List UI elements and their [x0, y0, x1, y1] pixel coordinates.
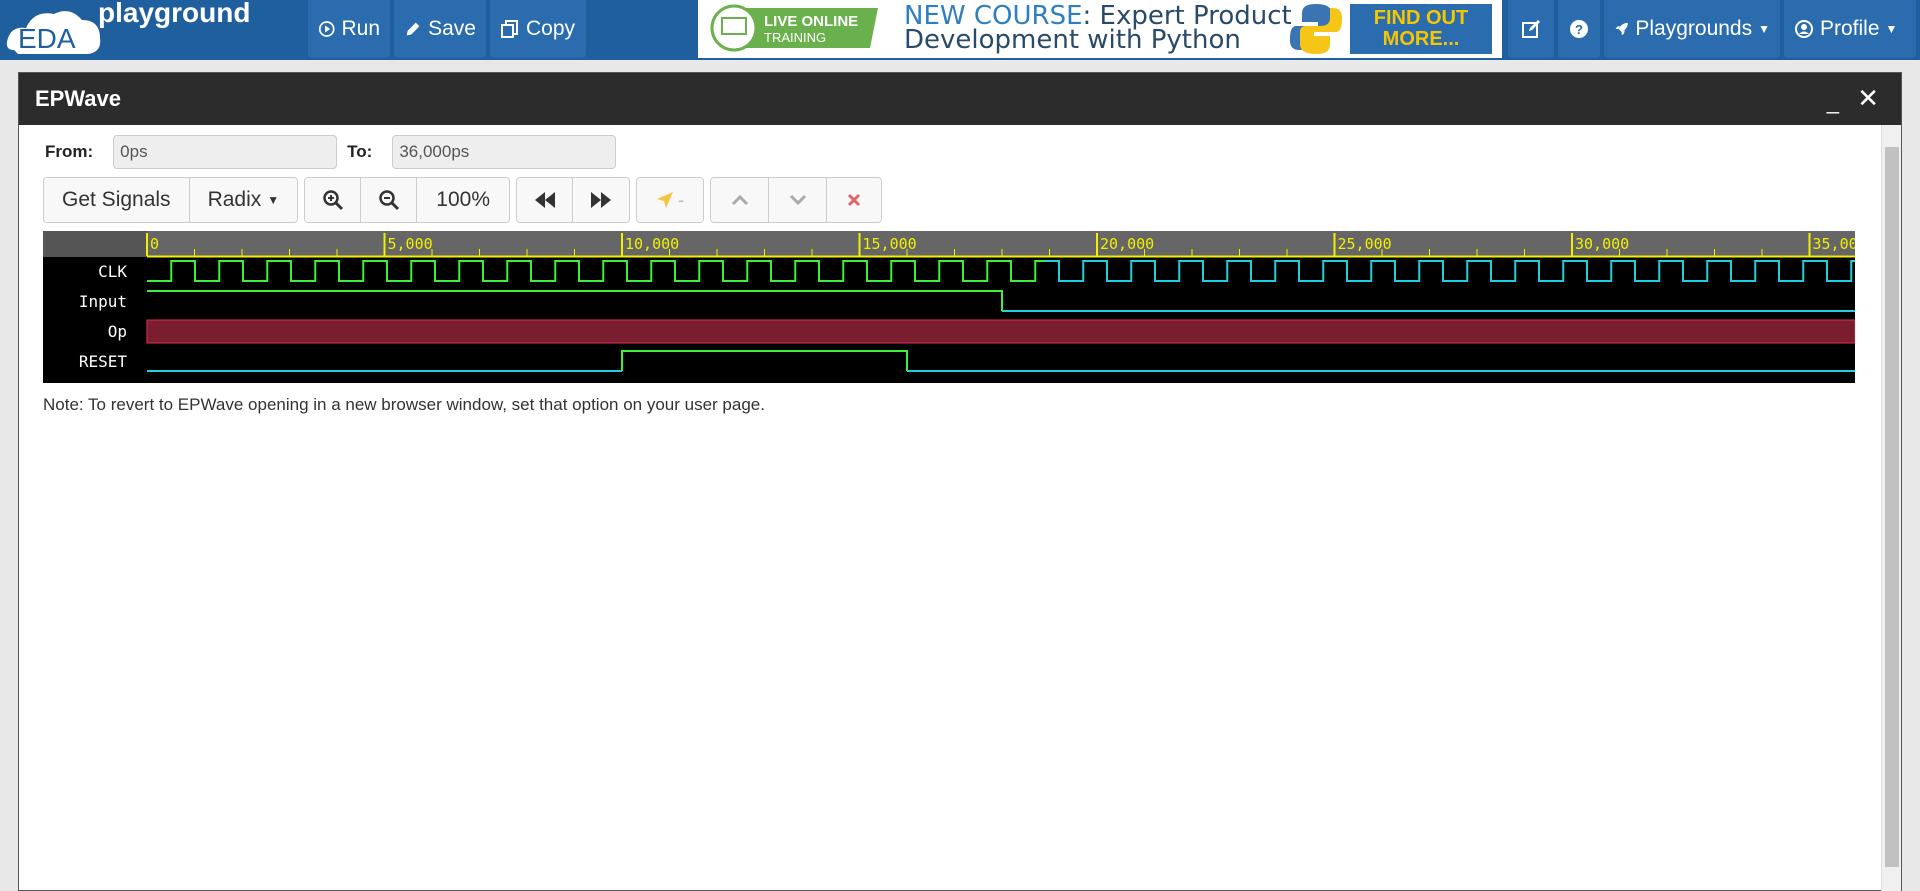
cursor-group: -	[636, 177, 705, 223]
signal-name: CLK	[98, 262, 127, 281]
forward-icon	[591, 192, 612, 208]
remove-signal-button[interactable]	[827, 178, 882, 222]
zoom-level[interactable]: 100%	[417, 178, 510, 222]
save-label: Save	[428, 17, 476, 40]
signal-name: Op	[108, 322, 127, 341]
chevron-down-icon: ▼	[1758, 22, 1770, 36]
chevron-down-icon	[789, 194, 806, 206]
caret-down-icon: ▼	[267, 193, 280, 207]
scrollbar-thumb[interactable]	[1885, 147, 1899, 867]
signal-name: RESET	[79, 352, 128, 371]
location-arrow-icon	[657, 192, 674, 208]
edit-square-icon	[1522, 20, 1540, 38]
radix-dropdown[interactable]: Radix ▼	[189, 178, 298, 222]
modal-title: EPWave	[35, 86, 122, 111]
help-button[interactable]: ?	[1558, 0, 1600, 58]
profile-menu[interactable]: Profile ▼	[1784, 0, 1916, 58]
playgrounds-menu[interactable]: Playgrounds ▼	[1604, 0, 1780, 58]
waveform-viewer[interactable]: 0 5,000 10,000 15,000 20,000 25,000 30,000 35,0…	[43, 231, 1855, 383]
badge-line1: LIVE ONLINE	[764, 13, 858, 30]
playgrounds-label: Playgrounds	[1635, 17, 1753, 40]
backward-icon	[534, 192, 555, 208]
headline-line2: Development with Python	[904, 25, 1241, 55]
question-circle-icon: ?	[1570, 20, 1588, 38]
run-button[interactable]: Run	[308, 0, 390, 58]
rocket-icon	[1615, 22, 1628, 36]
zoom-group: 100%	[304, 177, 511, 223]
save-button[interactable]: Save	[394, 0, 486, 58]
to-label: To:	[347, 142, 373, 161]
brand-short-text: EDA	[18, 23, 76, 54]
signals-group: Get Signals Radix ▼	[43, 177, 299, 223]
cursor-button[interactable]: -	[637, 178, 704, 222]
user-circle-icon	[1795, 20, 1813, 38]
pencil-icon	[406, 22, 420, 36]
ruler-tick-label: 25,000	[1338, 235, 1392, 253]
find-out-more-button[interactable]: FIND OUT MORE...	[1350, 4, 1492, 54]
zoom-in-button[interactable]	[305, 178, 362, 222]
close-button[interactable]: ✕	[1857, 83, 1879, 114]
from-label: From:	[45, 142, 94, 161]
navigate-group	[516, 177, 631, 223]
badge-line2: TRAINING	[764, 30, 826, 45]
scroll-left-button[interactable]	[517, 178, 574, 222]
op-bus-waveform	[146, 319, 1855, 344]
top-navbar: EDA playground Run Save Copy LIVE ONLINE…	[0, 0, 1920, 60]
wave-toolbar: Get Signals Radix ▼ 100% -	[43, 177, 883, 223]
move-up-button[interactable]	[711, 178, 770, 222]
copy-button[interactable]: Copy	[490, 0, 586, 58]
profile-label: Profile	[1820, 17, 1880, 40]
epwave-modal: EPWave _ ✕ From: 0ps To: 36,000ps Get Si…	[18, 72, 1902, 891]
waveform-canvas[interactable]: 0 5,000 10,000 15,000 20,000 25,000 30,000 35,0…	[43, 231, 1855, 383]
input-waveform-high	[147, 290, 1003, 311]
copy-label: Copy	[526, 17, 576, 40]
chevron-down-icon: ▼	[1885, 22, 1898, 36]
minimize-button[interactable]: _	[1827, 89, 1839, 115]
copy-icon	[501, 20, 518, 38]
radix-label: Radix	[207, 188, 262, 211]
edit-button[interactable]	[1508, 0, 1554, 58]
reset-waveform-high	[621, 350, 908, 371]
signal-edit-group	[710, 177, 883, 223]
clk-waveform-tail	[1044, 260, 1855, 282]
move-down-button[interactable]	[769, 178, 828, 222]
ruler-tick-label: 20,000	[1100, 235, 1154, 253]
from-field[interactable]: 0ps	[113, 135, 338, 169]
play-circle-icon	[318, 21, 335, 37]
modal-scrollbar[interactable]	[1881, 125, 1901, 891]
signal-name: Input	[79, 292, 127, 311]
cta-line2: MORE...	[1382, 28, 1460, 50]
cursor-value: -	[678, 189, 685, 210]
time-range-row: From: 0ps To: 36,000ps	[45, 135, 626, 169]
get-signals-button[interactable]: Get Signals	[44, 178, 190, 222]
modal-header: EPWave _ ✕	[19, 73, 1901, 125]
ruler-tick-label: 0	[150, 235, 159, 253]
ruler-tick-label: 30,000	[1575, 235, 1629, 253]
live-training-badge: LIVE ONLINE TRAINING	[710, 4, 878, 52]
zoom-in-icon	[322, 190, 343, 211]
brand-long-text: playground	[98, 0, 250, 28]
banner-headline: NEW COURSE: Expert Product Development w…	[904, 3, 1292, 55]
svg-text:?: ?	[1575, 22, 1583, 37]
ruler-tick-label: 5,000	[388, 235, 433, 253]
run-label: Run	[341, 17, 380, 40]
chevron-up-icon	[731, 194, 748, 206]
to-field[interactable]: 36,000ps	[392, 135, 617, 169]
ruler-tick-label: 10,000	[625, 235, 679, 253]
zoom-out-icon	[378, 190, 399, 211]
eda-playground-logo[interactable]: EDA playground	[4, 0, 289, 58]
python-logo-icon	[1290, 4, 1342, 54]
scroll-right-button[interactable]	[573, 178, 630, 222]
cta-line1: FIND OUT	[1373, 7, 1469, 29]
ruler-tick-label: 35,00	[1813, 235, 1856, 253]
ad-banner[interactable]: LIVE ONLINE TRAINING NEW COURSE: Expert …	[698, 0, 1502, 58]
clk-waveform	[147, 260, 1045, 282]
remove-icon	[848, 193, 861, 207]
zoom-out-button[interactable]	[361, 178, 418, 222]
note-text: Note: To revert to EPWave opening in a n…	[43, 395, 765, 414]
ruler-tick-label: 15,000	[863, 235, 917, 253]
